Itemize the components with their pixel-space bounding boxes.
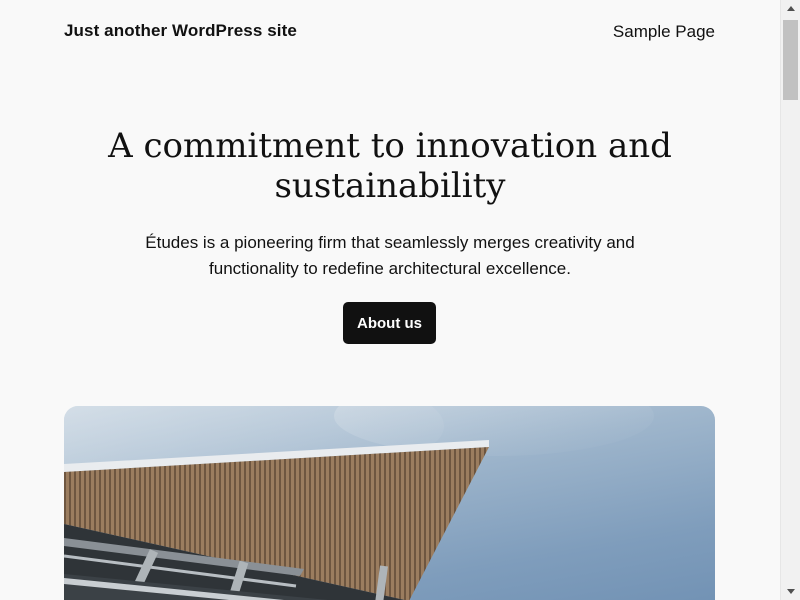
building-canopy-illustration [64,406,654,600]
about-us-button[interactable]: About us [343,302,436,344]
site-page: Just another WordPress site Sample Page … [0,0,780,600]
nav-link-sample-page[interactable]: Sample Page [613,22,715,42]
triangle-up-icon [786,6,795,11]
vertical-scrollbar[interactable] [780,0,800,600]
hero-building-image [64,406,715,600]
site-title-link[interactable]: Just another WordPress site [64,21,297,41]
scroll-down-button[interactable] [781,583,800,600]
scrollbar-thumb[interactable] [783,20,798,100]
browser-viewport: Just another WordPress site Sample Page … [0,0,800,600]
triangle-down-icon [786,589,795,594]
scroll-up-button[interactable] [781,0,800,17]
hero-heading: A commitment to innovation and sustainab… [108,126,672,206]
hero-description: Études is a pioneering firm that seamles… [145,233,635,278]
